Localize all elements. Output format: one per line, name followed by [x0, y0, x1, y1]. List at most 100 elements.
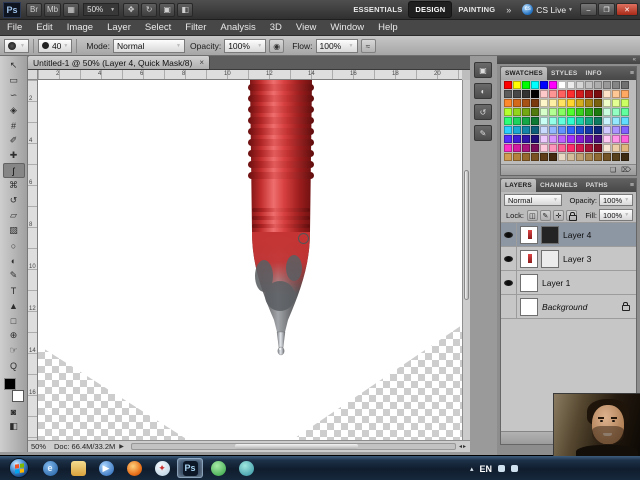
swatches-tab-swatches[interactable]: SWATCHES: [501, 67, 547, 80]
lock-position-icon[interactable]: ✛: [552, 209, 564, 221]
color-swatch[interactable]: [531, 153, 539, 161]
3d-rotate-tool[interactable]: ⊕: [3, 328, 25, 343]
show-hidden-icons[interactable]: ▴: [470, 465, 474, 473]
history-panel-icon[interactable]: ↺: [474, 104, 492, 120]
color-swatch[interactable]: [576, 90, 584, 98]
color-swatch[interactable]: [504, 126, 512, 134]
layer-row-layer-3[interactable]: Layer 3: [501, 246, 636, 271]
launch-bridge-icon[interactable]: Br: [26, 2, 42, 17]
quick-selection-tool[interactable]: ◈: [3, 103, 25, 118]
color-swatch[interactable]: [513, 144, 521, 152]
visibility-toggle[interactable]: [501, 246, 517, 271]
color-swatch[interactable]: [567, 144, 575, 152]
color-swatch[interactable]: [621, 135, 629, 143]
color-panel-icon[interactable]: ▣: [474, 62, 492, 78]
visibility-toggle[interactable]: [501, 270, 517, 295]
color-swatch[interactable]: [549, 108, 557, 116]
color-swatch[interactable]: [621, 153, 629, 161]
color-swatch[interactable]: [540, 108, 548, 116]
taskbar-photoshop[interactable]: Ps: [177, 458, 203, 478]
scrollbar-thumb[interactable]: [464, 170, 469, 300]
color-swatch[interactable]: [558, 153, 566, 161]
color-swatch[interactable]: [621, 90, 629, 98]
layer-row-layer-1[interactable]: Layer 1: [501, 270, 636, 295]
color-swatch[interactable]: [621, 126, 629, 134]
color-swatch[interactable]: [522, 153, 530, 161]
color-swatch[interactable]: [621, 108, 629, 116]
layers-tab-layers[interactable]: LAYERS: [501, 179, 536, 192]
menu-edit[interactable]: Edit: [29, 22, 59, 33]
color-swatch[interactable]: [603, 135, 611, 143]
tool-preset-picker[interactable]: ▼: [4, 38, 29, 53]
color-swatch[interactable]: [531, 108, 539, 116]
color-swatch[interactable]: [513, 135, 521, 143]
photoshop-logo[interactable]: Ps: [3, 1, 21, 18]
menu-select[interactable]: Select: [138, 22, 178, 33]
color-swatch[interactable]: [594, 126, 602, 134]
layer-thumbnail[interactable]: [520, 249, 538, 268]
flow-dropdown[interactable]: 100% ▼: [315, 38, 358, 53]
color-swatch[interactable]: [522, 90, 530, 98]
color-swatch[interactable]: [585, 108, 593, 116]
color-swatch[interactable]: [522, 126, 530, 134]
color-swatch[interactable]: [504, 99, 512, 107]
color-swatch[interactable]: [540, 81, 548, 89]
view-extras-icon[interactable]: ▦: [63, 2, 80, 17]
status-zoom[interactable]: 50%: [31, 442, 46, 451]
taskbar-windows-media-player[interactable]: ▶: [93, 458, 119, 478]
clone-stamp-tool[interactable]: ⌘: [3, 178, 25, 193]
gradient-tool[interactable]: ▨: [3, 223, 25, 238]
rectangular-marquee-tool[interactable]: ▭: [3, 73, 25, 88]
color-swatch[interactable]: [576, 135, 584, 143]
color-swatch[interactable]: [558, 117, 566, 125]
color-swatch[interactable]: [513, 90, 521, 98]
visibility-toggle[interactable]: [501, 223, 517, 247]
taskbar-internet-explorer[interactable]: e: [37, 458, 63, 478]
color-swatch[interactable]: [576, 153, 584, 161]
rectangle-tool[interactable]: □: [3, 313, 25, 328]
color-swatch[interactable]: [621, 81, 629, 89]
ruler-corner[interactable]: [28, 70, 38, 80]
horizontal-scrollbar[interactable]: [130, 443, 456, 450]
blend-mode-dropdown[interactable]: Normal ▼: [504, 194, 562, 206]
color-swatch[interactable]: [558, 99, 566, 107]
layer-row-layer-4[interactable]: Layer 4: [501, 223, 636, 247]
pen-tool[interactable]: ✎: [3, 268, 25, 283]
color-swatch[interactable]: [585, 135, 593, 143]
layer-thumbnail[interactable]: [520, 297, 538, 316]
color-swatch[interactable]: [540, 135, 548, 143]
color-swatch[interactable]: [504, 144, 512, 152]
screen-mode-toolbox-icon[interactable]: ◧: [3, 419, 25, 434]
color-swatch[interactable]: [540, 90, 548, 98]
color-swatch[interactable]: [594, 108, 602, 116]
document-tab[interactable]: Untitled-1 @ 50% (Layer 4, Quick Mask/8)…: [28, 56, 210, 69]
color-swatch[interactable]: [549, 126, 557, 134]
layer-row-background[interactable]: Background: [501, 294, 636, 319]
color-swatch[interactable]: [567, 81, 575, 89]
menu-file[interactable]: File: [0, 22, 29, 33]
color-swatch[interactable]: [585, 144, 593, 152]
color-swatch[interactable]: [585, 117, 593, 125]
dodge-tool[interactable]: ◐: [3, 253, 25, 268]
layer-thumbnail[interactable]: [520, 225, 538, 244]
color-swatch[interactable]: [594, 99, 602, 107]
color-swatch[interactable]: [558, 144, 566, 152]
color-swatch[interactable]: [558, 108, 566, 116]
hand-tool[interactable]: ☞: [3, 343, 25, 358]
color-swatch[interactable]: [567, 153, 575, 161]
color-swatch[interactable]: [504, 81, 512, 89]
eraser-tool[interactable]: ▱: [3, 208, 25, 223]
hand-tool-icon[interactable]: ✥: [123, 2, 140, 17]
swatches-tab-info[interactable]: INFO: [581, 67, 605, 80]
layer-opacity-dropdown[interactable]: 100% ▼: [599, 194, 633, 206]
screen-mode-icon[interactable]: ◧: [177, 2, 194, 17]
menu-3d[interactable]: 3D: [263, 22, 289, 33]
taskbar-teal-app[interactable]: [233, 458, 259, 478]
dock-header[interactable]: «: [497, 56, 640, 64]
color-swatch[interactable]: [504, 90, 512, 98]
lock-transparency-icon[interactable]: ◫: [526, 209, 538, 221]
color-swatch[interactable]: [504, 153, 512, 161]
color-swatch[interactable]: [540, 99, 548, 107]
color-swatch[interactable]: [540, 117, 548, 125]
color-swatch[interactable]: [549, 99, 557, 107]
